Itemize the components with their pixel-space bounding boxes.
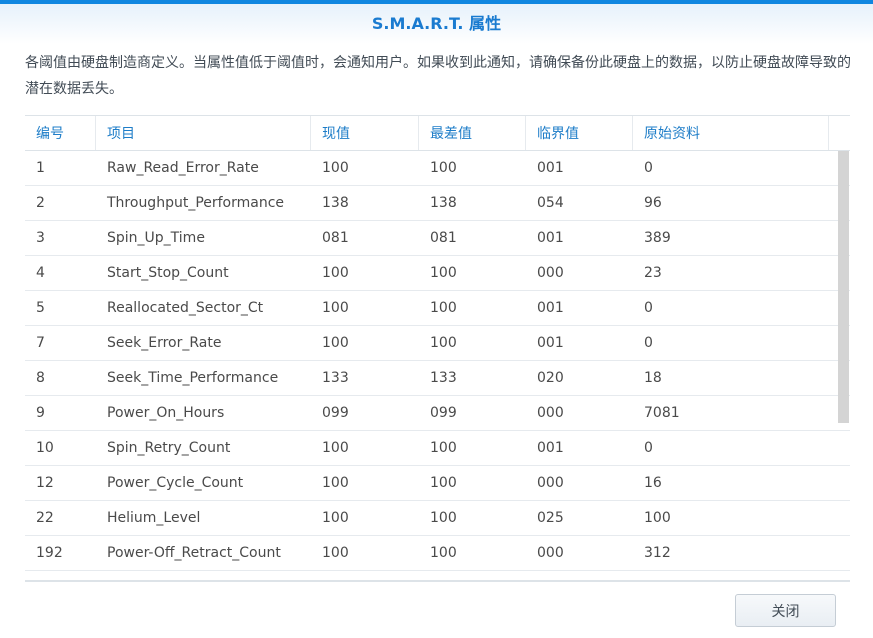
table-body: 1Raw_Read_Error_Rate10010000102Throughpu… [25,151,850,571]
cell-id: 9 [25,405,96,421]
cell-attribute: Seek_Error_Rate [96,335,311,351]
cell-threshold: 000 [526,545,633,561]
cell-value: 100 [311,510,419,526]
close-button[interactable]: 关闭 [735,594,836,627]
dialog-title: S.M.A.R.T. 属性 [0,4,873,44]
cell-raw-data: 100 [633,510,829,526]
cell-value: 100 [311,335,419,351]
cell-worst: 100 [419,300,526,316]
cell-threshold: 001 [526,300,633,316]
description-text: 各阈值由硬盘制造商定义。当属性值低于阈值时，会通知用户。如果收到此通知，请确保备… [25,50,855,102]
cell-value: 133 [311,370,419,386]
cell-raw-data: 96 [633,195,829,211]
dialog-header: S.M.A.R.T. 属性 [0,4,873,44]
table-row[interactable]: 8Seek_Time_Performance13313302018 [25,361,850,396]
scrollbar-thumb[interactable] [838,151,849,423]
cell-raw-data: 389 [633,230,829,246]
table-row[interactable]: 2Throughput_Performance13813805496 [25,186,850,221]
cell-threshold: 001 [526,440,633,456]
cell-worst: 100 [419,545,526,561]
cell-value: 138 [311,195,419,211]
cell-attribute: Throughput_Performance [96,195,311,211]
cell-attribute: Raw_Read_Error_Rate [96,160,311,176]
cell-raw-data: 312 [633,545,829,561]
cell-raw-data: 18 [633,370,829,386]
cell-id: 3 [25,230,96,246]
table-row[interactable]: 22Helium_Level100100025100 [25,501,850,536]
cell-worst: 100 [419,335,526,351]
table-row[interactable]: 9Power_On_Hours0990990007081 [25,396,850,431]
column-header-id[interactable]: 编号 [25,116,96,150]
cell-worst: 138 [419,195,526,211]
cell-worst: 099 [419,405,526,421]
cell-attribute: Reallocated_Sector_Ct [96,300,311,316]
column-header-threshold[interactable]: 临界值 [526,116,633,150]
cell-value: 100 [311,265,419,281]
cell-worst: 100 [419,160,526,176]
table-row[interactable]: 3Spin_Up_Time081081001389 [25,221,850,256]
cell-attribute: Power-Off_Retract_Count [96,545,311,561]
table-row[interactable]: 192Power-Off_Retract_Count100100000312 [25,536,850,571]
cell-id: 22 [25,510,96,526]
cell-attribute: Power_On_Hours [96,405,311,421]
cell-threshold: 000 [526,265,633,281]
cell-worst: 100 [419,510,526,526]
cell-id: 8 [25,370,96,386]
cell-threshold: 025 [526,510,633,526]
cell-id: 10 [25,440,96,456]
table-row[interactable]: 1Raw_Read_Error_Rate1001000010 [25,151,850,186]
cell-id: 12 [25,475,96,491]
cell-raw-data: 23 [633,265,829,281]
cell-value: 100 [311,300,419,316]
cell-worst: 081 [419,230,526,246]
cell-value: 100 [311,440,419,456]
cell-value: 100 [311,160,419,176]
cell-raw-data: 0 [633,160,829,176]
cell-attribute: Spin_Retry_Count [96,440,311,456]
column-header-raw-data[interactable]: 原始资料 [633,116,829,150]
table-row[interactable]: 7Seek_Error_Rate1001000010 [25,326,850,361]
table-row[interactable]: 4Start_Stop_Count10010000023 [25,256,850,291]
table-row[interactable]: 10Spin_Retry_Count1001000010 [25,431,850,466]
cell-raw-data: 0 [633,335,829,351]
cell-attribute: Spin_Up_Time [96,230,311,246]
table-header-row: 编号 项目 现值 最差值 临界值 原始资料 [25,116,850,151]
cell-attribute: Power_Cycle_Count [96,475,311,491]
cell-threshold: 000 [526,405,633,421]
cell-id: 192 [25,545,96,561]
cell-threshold: 001 [526,335,633,351]
table-row[interactable]: 5Reallocated_Sector_Ct1001000010 [25,291,850,326]
cell-threshold: 000 [526,475,633,491]
cell-id: 5 [25,300,96,316]
cell-worst: 100 [419,440,526,456]
cell-worst: 100 [419,265,526,281]
cell-id: 2 [25,195,96,211]
cell-threshold: 001 [526,160,633,176]
column-header-value[interactable]: 现值 [311,116,419,150]
cell-raw-data: 16 [633,475,829,491]
cell-threshold: 001 [526,230,633,246]
cell-attribute: Seek_Time_Performance [96,370,311,386]
cell-value: 081 [311,230,419,246]
cell-attribute: Start_Stop_Count [96,265,311,281]
cell-worst: 133 [419,370,526,386]
cell-worst: 100 [419,475,526,491]
column-header-worst[interactable]: 最差值 [419,116,526,150]
cell-threshold: 020 [526,370,633,386]
cell-raw-data: 0 [633,300,829,316]
cell-value: 100 [311,475,419,491]
table-row[interactable]: 12Power_Cycle_Count10010000016 [25,466,850,501]
cell-id: 4 [25,265,96,281]
cell-id: 7 [25,335,96,351]
smart-attributes-table: 编号 项目 现值 最差值 临界值 原始资料 1Raw_Read_Error_Ra… [25,115,850,582]
cell-id: 1 [25,160,96,176]
cell-threshold: 054 [526,195,633,211]
cell-raw-data: 7081 [633,405,829,421]
cell-attribute: Helium_Level [96,510,311,526]
cell-value: 099 [311,405,419,421]
cell-value: 100 [311,545,419,561]
column-header-attribute[interactable]: 项目 [96,116,311,150]
cell-raw-data: 0 [633,440,829,456]
